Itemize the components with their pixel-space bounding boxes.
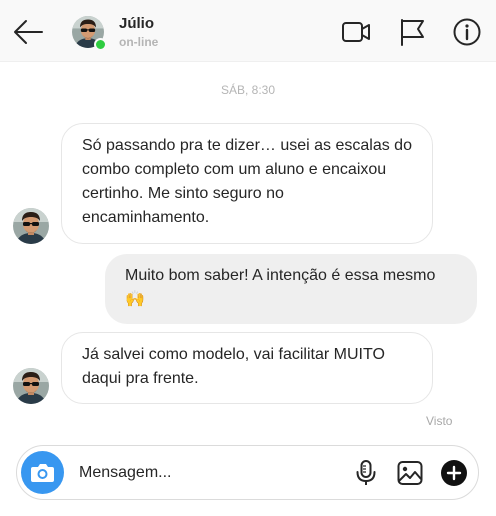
contact-status: on-line [119, 35, 159, 49]
contact-name[interactable]: Júlio [119, 15, 154, 32]
message-bubble-incoming[interactable]: Já salvei como modelo, vai facilitar MUI… [61, 332, 433, 404]
plus-icon[interactable] [440, 459, 468, 487]
flag-icon[interactable] [398, 17, 428, 47]
contact-avatar[interactable] [72, 16, 107, 51]
back-arrow-icon[interactable] [12, 17, 44, 47]
online-indicator [94, 38, 107, 51]
avatar[interactable] [13, 208, 49, 244]
message-bubble-incoming[interactable]: Só passando pra te dizer… usei as escala… [61, 123, 433, 244]
video-call-icon[interactable] [341, 17, 371, 47]
message-text: Só passando pra te dizer… usei as escala… [82, 137, 412, 226]
camera-button[interactable] [21, 451, 64, 494]
seen-indicator: Visto [426, 414, 453, 428]
date-separator: SÁB, 8:30 [220, 83, 276, 97]
avatar[interactable] [13, 368, 49, 404]
chat-header: Júlio on-line [0, 0, 496, 62]
raising-hands-emoji: 🙌 [125, 291, 145, 308]
message-composer [16, 445, 479, 500]
gallery-icon[interactable] [396, 459, 424, 487]
info-icon[interactable] [452, 17, 482, 47]
message-text: Muito bom saber! A intenção é essa mesmo [125, 267, 436, 284]
camera-icon [31, 464, 54, 482]
message-input[interactable] [79, 460, 329, 486]
microphone-icon[interactable] [352, 459, 380, 487]
message-text: Já salvei como modelo, vai facilitar MUI… [82, 346, 385, 387]
message-bubble-outgoing[interactable]: Muito bom saber! A intenção é essa mesmo… [105, 254, 477, 324]
